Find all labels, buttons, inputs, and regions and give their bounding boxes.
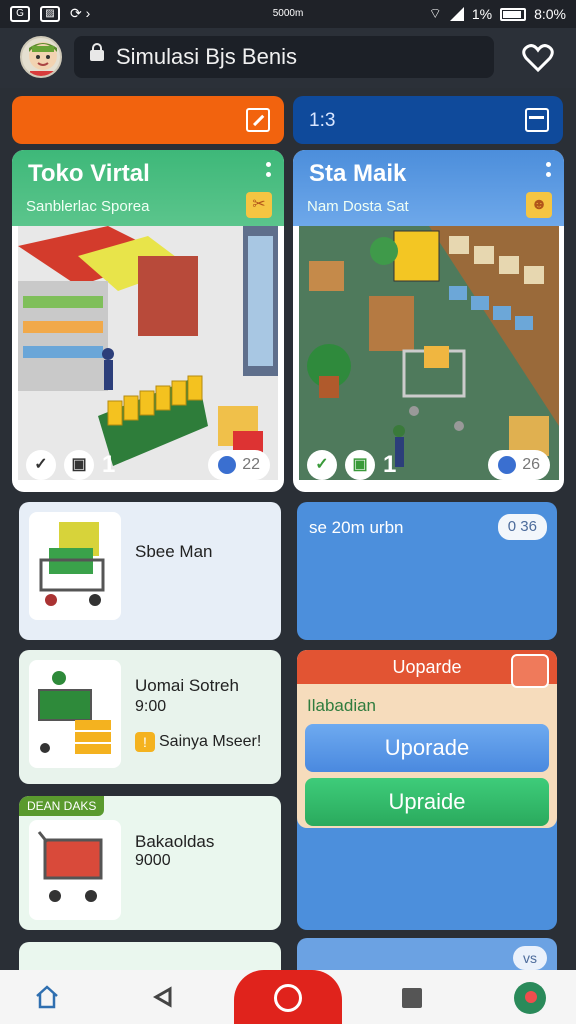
product-title: Bakaoldas: [135, 832, 215, 851]
product-card[interactable]: Uomai Sotreh 9:00 ! Sainya Mseer!: [19, 650, 281, 784]
card-icon: ▣: [64, 450, 94, 480]
upgrade-button-primary[interactable]: Uporade: [305, 724, 549, 772]
product-title: Uomai Sotreh: [135, 676, 239, 695]
shop-title: Sta Maik: [309, 160, 407, 187]
more-options-icon[interactable]: [546, 162, 552, 180]
signal-icon: [449, 7, 464, 21]
check-icon: ✓: [26, 450, 56, 480]
store-scene-image: [299, 226, 559, 480]
coin-icon: [218, 456, 237, 474]
coin-icon: [498, 456, 517, 474]
product-card[interactable]: Sbee Man: [19, 502, 281, 640]
shop-count: 1: [383, 451, 397, 478]
shop-pill[interactable]: 26: [488, 450, 550, 480]
url-bar[interactable]: Simulasi Bjs Benis: [74, 36, 494, 78]
shop-stats: ✓ ▣ 1: [26, 450, 115, 480]
shop-title: Toko Virtal: [28, 160, 150, 187]
store-scene-image: [18, 226, 278, 480]
shop-pill[interactable]: 22: [208, 450, 270, 480]
product-card[interactable]: DEAN DAKS Bakaoldas 9000: [19, 796, 281, 930]
shop-count: 1: [102, 451, 116, 478]
navigation-bar: [0, 970, 576, 1024]
card-icon: ▣: [345, 450, 375, 480]
upgrade-icon[interactable]: [511, 654, 549, 688]
info-card-pill[interactable]: 0 36: [497, 514, 547, 540]
product-note: ! Sainya Mseer!: [135, 732, 261, 752]
url-text: Simulasi Bjs Benis: [116, 44, 297, 69]
recent-apps-icon[interactable]: [402, 988, 422, 1008]
shop-header: Toko Virtal Sanblerlac Sporea ✂: [12, 150, 284, 226]
check-icon: ✓: [307, 450, 337, 480]
cart-image: [37, 831, 103, 902]
product-thumbnail: [29, 512, 121, 620]
battery-icon: [500, 7, 527, 21]
info-card[interactable]: se 20m urbn 0 36: [297, 502, 557, 640]
orange-action-button[interactable]: [12, 96, 284, 144]
home-icon[interactable]: [34, 984, 60, 1010]
robot-icon[interactable]: ☻: [526, 192, 552, 218]
back-icon[interactable]: [152, 986, 174, 1008]
app-shortcut-icon[interactable]: [514, 982, 546, 1014]
circle-icon: [274, 984, 302, 1012]
info-card-text: se 20m urbn: [309, 518, 404, 537]
avatar-image: [29, 42, 57, 76]
product-note-text: Sainya Mseer!: [159, 733, 262, 750]
shop-subtitle: Sanblerlac Sporea: [26, 198, 150, 215]
favorite-heart-icon[interactable]: [522, 42, 554, 74]
product-title: Sbee Man: [135, 542, 213, 561]
shop-card-sta-maik[interactable]: Sta Maik Nam Dosta Sat ☻ ✓ ▣ 1 26: [293, 150, 564, 492]
info-card-partial[interactable]: vs: [297, 938, 557, 970]
product-banner: DEAN DAKS: [19, 796, 105, 816]
cart-image: [39, 522, 105, 606]
product-card-partial[interactable]: [19, 942, 281, 970]
status-bar: G ▨ ⟳ › 5000m ⌔ 1% 8:0%: [0, 0, 576, 28]
shop-pill-value: 22: [242, 456, 260, 473]
product-thumbnail: [29, 820, 121, 920]
shop-subtitle: Nam Dosta Sat: [307, 198, 409, 215]
wifi-icon: ⌔: [428, 5, 442, 21]
product-price: 9000: [135, 852, 171, 869]
upgrade-subtitle: Ilabadian: [307, 696, 377, 715]
home-button[interactable]: [234, 970, 342, 1024]
upgrade-button-secondary[interactable]: Upraide: [305, 778, 549, 826]
lock-icon: [90, 43, 104, 61]
tools-icon[interactable]: ✂: [246, 192, 272, 218]
app-bar: Simulasi Bjs Benis: [0, 28, 576, 88]
more-options-icon[interactable]: [266, 162, 272, 180]
battery-text: 1%: [471, 6, 493, 22]
dashboard-icon: [525, 108, 549, 132]
product-thumbnail: [29, 660, 121, 768]
status-time: 8:0%: [534, 6, 566, 22]
product-price: 9:00: [135, 698, 167, 715]
upgrade-panel: Uoparde Ilabadian Uporade Upraide: [297, 650, 557, 828]
shop-header: Sta Maik Nam Dosta Sat ☻: [293, 150, 564, 226]
avatar[interactable]: [20, 36, 62, 78]
warning-icon: !: [135, 732, 155, 752]
main-content: 1:3 Toko Virtal Sanblerlac Sporea ✂ ✓ ▣ …: [0, 88, 576, 970]
shop-pill-value: 26: [522, 456, 540, 473]
blue-action-label: 1:3: [309, 110, 336, 131]
blue-action-button[interactable]: 1:3: [293, 96, 563, 144]
edit-icon: [246, 108, 270, 132]
cart-image: [38, 671, 111, 754]
shop-stats: ✓ ▣ 1: [307, 450, 396, 480]
shop-card-toko-virtal[interactable]: Toko Virtal Sanblerlac Sporea ✂ ✓ ▣ 1 22: [12, 150, 284, 492]
info-card-pill[interactable]: vs: [513, 946, 547, 970]
